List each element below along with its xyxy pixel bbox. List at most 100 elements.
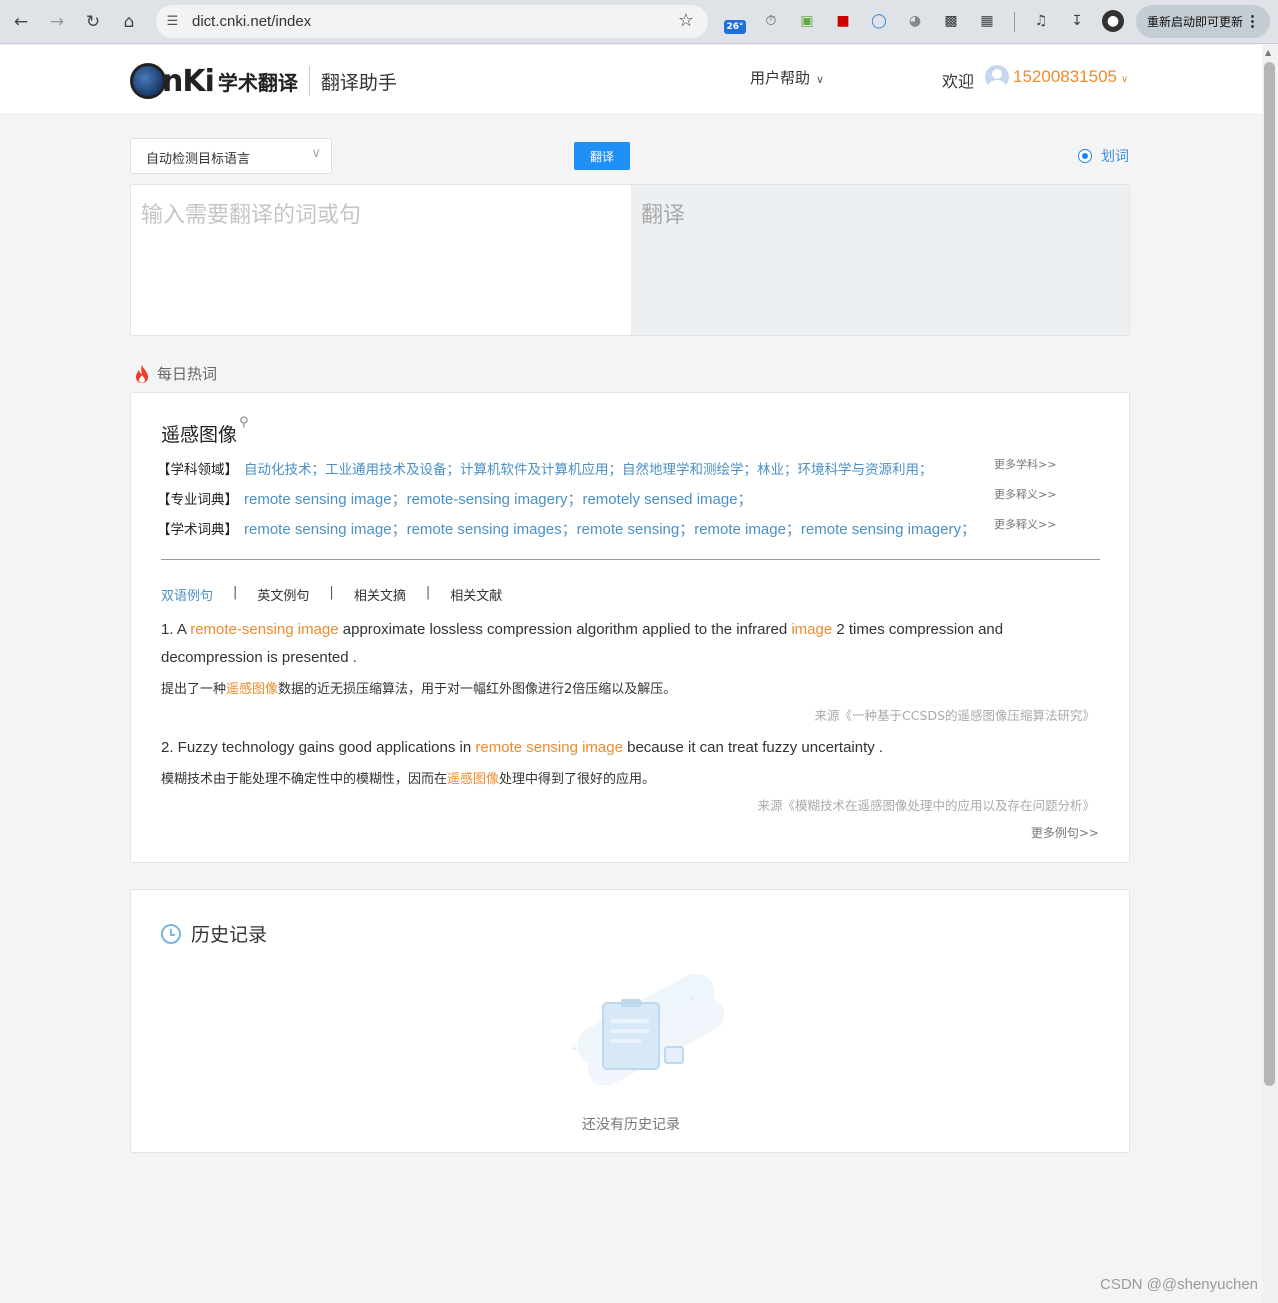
chevron-down-icon: ∨	[311, 146, 321, 161]
example-highlight: 遥感图像	[447, 772, 500, 787]
source-text-input[interactable]	[131, 185, 631, 335]
example-highlight: remote-sensing image	[190, 621, 339, 638]
site-info-icon[interactable]: ☰	[164, 13, 181, 30]
extension-e-icon[interactable]: ◕	[904, 10, 926, 32]
example-text: 1. A	[161, 621, 191, 638]
tab-related-literature[interactable]: 相关文献	[450, 585, 502, 604]
hot-words-title: 每日热词	[157, 365, 218, 383]
word-pick-radio-icon[interactable]	[1078, 149, 1092, 163]
translate-button[interactable]: 翻译	[574, 142, 630, 170]
hot-word-title[interactable]: 遥感图像	[161, 420, 237, 447]
logo-divider	[308, 66, 310, 96]
weather-extension-icon[interactable]: 26°	[724, 20, 746, 34]
extension-clock-icon[interactable]: ⏱	[760, 10, 782, 32]
pdf-extension-icon[interactable]: ■	[832, 10, 854, 32]
example-sentence-en: 2. Fuzzy technology gains good applicati…	[161, 734, 1061, 762]
site-header: nKi 学术翻译 翻译助手 用户帮助 ∨ 欢迎 15200831505 ∨	[0, 45, 1262, 113]
history-title: 历史记录	[191, 924, 268, 946]
section-divider	[161, 559, 1100, 560]
user-help-menu[interactable]: 用户帮助 ∨	[750, 67, 824, 88]
target-language-select[interactable]: 自动检测目标语言 ∨	[130, 138, 332, 174]
tab-related-abstracts[interactable]: 相关文摘	[354, 585, 406, 604]
extension-plant-icon[interactable]: ▣	[796, 10, 818, 32]
example-text: 处理中得到了很好的应用。	[499, 772, 656, 787]
definition-row-subject: 【学科领域】 自动化技术；工业通用技术及设备；计算机软件及计算机应用；自然地理学…	[157, 458, 933, 478]
more-definitions-link[interactable]: 更多释义>>	[994, 516, 1056, 532]
bookmark-star-icon[interactable]: ☆	[678, 10, 694, 31]
tab-english-examples[interactable]: 英文例句	[257, 585, 309, 604]
toolbar-separator	[1014, 12, 1015, 32]
example-highlight: image	[791, 621, 833, 638]
profile-avatar-icon[interactable]: ●	[1102, 10, 1124, 32]
translation-panel: 翻译	[130, 184, 1130, 336]
example-text: 2. Fuzzy technology gains good applicati…	[161, 739, 476, 756]
search-icon[interactable]: ⚲	[239, 415, 249, 430]
history-empty-text: 还没有历史记录	[582, 1117, 680, 1133]
back-arrow-icon[interactable]: ←	[8, 9, 34, 35]
user-avatar-icon[interactable]	[985, 65, 1009, 89]
more-examples-link[interactable]: 更多例句>>	[1031, 824, 1099, 841]
example-sentence-zh: 模糊技术由于能处理不确定性中的模糊性，因而在遥感图像处理中得到了很好的应用。	[161, 768, 655, 787]
example-text: because it can treat fuzzy uncertainty .	[622, 739, 884, 756]
example-text: approximate lossless compression algorit…	[338, 621, 792, 638]
logo-text: nKi	[162, 63, 215, 99]
scrollbar-thumb[interactable]	[1264, 62, 1275, 1086]
definition-row-academic-dict: 【学术词典】 remote sensing image；remote sensi…	[157, 518, 976, 539]
definition-links[interactable]: remote sensing image；remote sensing imag…	[244, 518, 976, 539]
reload-icon[interactable]: ↻	[80, 9, 106, 35]
media-control-icon[interactable]: ♫	[1030, 10, 1052, 32]
definition-tag: 【学科领域】	[157, 462, 238, 478]
restart-update-button[interactable]: 重新启动即可更新 ⋮	[1136, 5, 1270, 38]
scroll-up-arrow-icon[interactable]: ▲	[1265, 48, 1271, 57]
definition-links[interactable]: 自动化技术；工业通用技术及设备；计算机软件及计算机应用；自然地理学和测绘学；林业…	[244, 458, 933, 478]
more-subjects-link[interactable]: 更多学科>>	[994, 456, 1056, 472]
user-account-menu[interactable]: 15200831505 ∨	[1013, 67, 1128, 87]
tab-separator: |	[329, 585, 334, 600]
example-highlight: remote sensing image	[475, 739, 623, 756]
extensions-puzzle-icon[interactable]: ▦	[976, 10, 998, 32]
tab-separator: |	[233, 585, 238, 600]
example-highlight: 遥感图像	[226, 682, 279, 697]
user-phone: 15200831505	[1013, 67, 1118, 86]
cnki-logo[interactable]: nKi 学术翻译 翻译助手	[130, 61, 397, 101]
download-icon[interactable]: ↧	[1066, 10, 1088, 32]
tab-separator: |	[425, 585, 431, 600]
browser-menu-icon[interactable]: ⋮	[1245, 12, 1260, 30]
definition-links[interactable]: remote sensing image；remote-sensing imag…	[244, 488, 753, 509]
chevron-down-icon: ∨	[1121, 74, 1129, 85]
logo-brand: 学术翻译	[217, 70, 298, 95]
example-text: 数据的近无损压缩算法，用于对一幅红外图像进行2倍压缩以及解压。	[278, 682, 677, 697]
example-tabs: 双语例句 | 英文例句 | 相关文摘 | 相关文献	[161, 585, 502, 604]
help-menu-label: 用户帮助	[750, 69, 811, 87]
svg-text:+: +	[689, 994, 696, 1003]
clock-icon	[161, 923, 181, 944]
cnki-globe-icon	[130, 63, 166, 99]
target-language-value: 自动检测目标语言	[146, 152, 251, 167]
url-text[interactable]: dict.cnki.net/index	[192, 13, 311, 30]
logo-subtitle: 翻译助手	[320, 71, 397, 94]
example-text: 模糊技术由于能处理不确定性中的模糊性，因而在	[161, 772, 448, 787]
example-source-link[interactable]: 来源《模糊技术在遥感图像处理中的应用以及存在问题分析》	[757, 795, 1095, 814]
screenshot-extension-icon[interactable]: ▩	[940, 10, 962, 32]
word-pick-toggle[interactable]: 划词	[1078, 146, 1129, 166]
history-heading: 历史记录	[161, 920, 267, 947]
word-pick-label: 划词	[1101, 149, 1129, 165]
translation-output: 翻译	[631, 185, 1129, 335]
example-sentence-zh: 提出了一种遥感图像数据的近无损压缩算法，用于对一幅红外图像进行2倍压缩以及解压。	[161, 678, 676, 697]
welcome-text: 欢迎	[942, 72, 975, 91]
example-text: 提出了一种	[161, 682, 227, 697]
restart-update-label: 重新启动即可更新	[1147, 15, 1244, 29]
empty-clipboard-icon: + +	[571, 973, 725, 1085]
more-definitions-link[interactable]: 更多释义>>	[994, 486, 1056, 502]
csdn-watermark: CSDN @@shenyuchen	[1100, 1276, 1259, 1293]
address-bar[interactable]: ☰ dict.cnki.net/index ☆	[156, 5, 708, 38]
definition-row-pro-dict: 【专业词典】 remote sensing image；remote-sensi…	[157, 488, 753, 509]
home-icon[interactable]: ⌂	[116, 9, 142, 35]
definition-tag: 【学术词典】	[157, 522, 238, 538]
tab-bilingual-examples[interactable]: 双语例句	[161, 585, 213, 604]
extension-ring-icon[interactable]: ◯	[868, 10, 890, 32]
example-source-link[interactable]: 来源《一种基于CCSDS的遥感图像压缩算法研究》	[815, 705, 1095, 724]
forward-arrow-icon[interactable]: →	[44, 9, 70, 35]
definition-tag: 【专业词典】	[157, 492, 238, 508]
flame-icon	[136, 364, 148, 383]
